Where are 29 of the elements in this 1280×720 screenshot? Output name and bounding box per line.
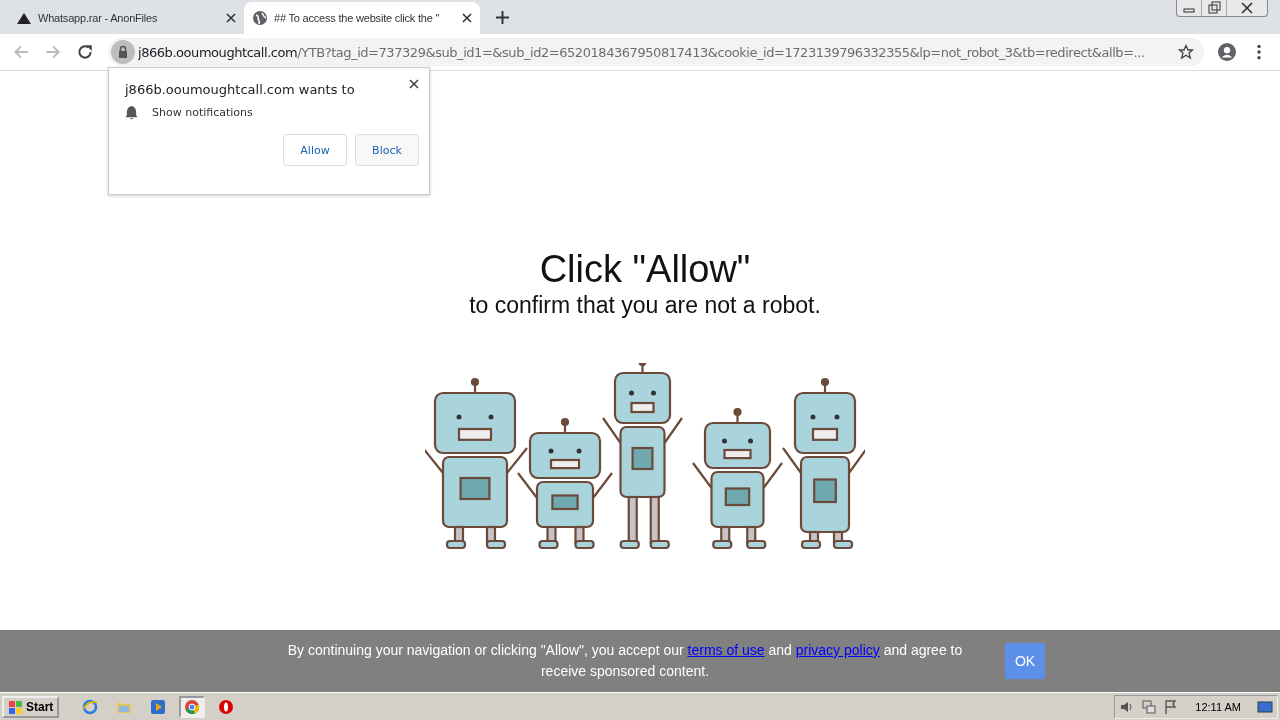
bookmark-star-icon[interactable] bbox=[1178, 44, 1194, 60]
tab-title: Whatsapp.rar - AnonFiles bbox=[38, 12, 159, 24]
permission-label: Show notifications bbox=[152, 106, 253, 119]
reload-icon[interactable] bbox=[76, 43, 94, 61]
new-tab-icon[interactable] bbox=[496, 11, 509, 24]
bell-icon bbox=[125, 105, 138, 120]
block-button[interactable]: Block bbox=[355, 134, 419, 166]
allow-button[interactable]: Allow bbox=[283, 134, 347, 166]
cookie-notice: By continuing your navigation or clicking "Allow", you accept our terms of use and privacy policy and agree to receive sponsored content. bbox=[286, 641, 964, 681]
popup-title: j866b.ooumoughtcall.com wants to bbox=[125, 82, 355, 97]
page-subheading: to confirm that you are not a robot. bbox=[469, 291, 821, 319]
start-button[interactable]: Start bbox=[2, 695, 60, 718]
close-icon[interactable] bbox=[409, 78, 419, 89]
ok-button[interactable]: OK bbox=[1005, 643, 1045, 679]
four-squares-icon bbox=[8, 698, 24, 715]
address-bar[interactable]: j866b.ooumoughtcall.com/YTB?tag_id=737329&sub_id1=&sub_id2=6520184367950817413&cookie_id=1723139796332355&lp=not_robot_3&tb=redirect&allb=... bbox=[108, 38, 1204, 66]
tab-title: ## To access the website click the " bbox=[274, 12, 441, 24]
page-heading: Click "Allow" bbox=[539, 247, 751, 291]
globe-icon bbox=[252, 10, 268, 26]
lock-icon bbox=[108, 40, 138, 64]
profile-icon[interactable] bbox=[1218, 43, 1236, 61]
network-icon[interactable] bbox=[1141, 698, 1158, 715]
close-icon[interactable] bbox=[462, 13, 472, 23]
browser-tab[interactable]: ## To access the website click the " bbox=[244, 2, 480, 34]
clock: 12:11 AM bbox=[1195, 700, 1241, 713]
chrome-icon[interactable] bbox=[179, 695, 206, 718]
close-icon[interactable] bbox=[226, 13, 236, 23]
show-desktop-icon[interactable] bbox=[1257, 698, 1273, 715]
browser-tab[interactable]: Whatsapp.rar - AnonFiles bbox=[8, 2, 244, 34]
